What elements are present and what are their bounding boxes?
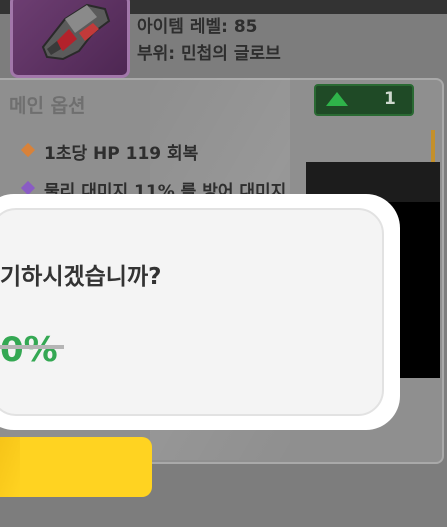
confirm-button[interactable] [0, 437, 152, 497]
item-icon-frame[interactable] [10, 0, 130, 78]
gauntlet-icon [41, 3, 111, 61]
item-part-text: 부위: 민첩의 글로브 [137, 44, 281, 64]
option-grade-badge: 1 [314, 84, 414, 116]
success-chance: 0% [0, 330, 58, 370]
chance-strikethrough [0, 345, 64, 349]
confirm-dialog-body [0, 208, 384, 416]
dialog-question: 기하시겠습니까? [0, 264, 162, 290]
item-level-text: 아이템 레벨: 85 [137, 17, 258, 37]
grade-count: 1 [384, 89, 396, 109]
up-arrow-icon [326, 92, 348, 106]
main-option-title: 메인 옵션 [9, 95, 86, 117]
button-shade [0, 437, 20, 497]
option-row: 1초당 HP 119 회복 [44, 144, 199, 164]
